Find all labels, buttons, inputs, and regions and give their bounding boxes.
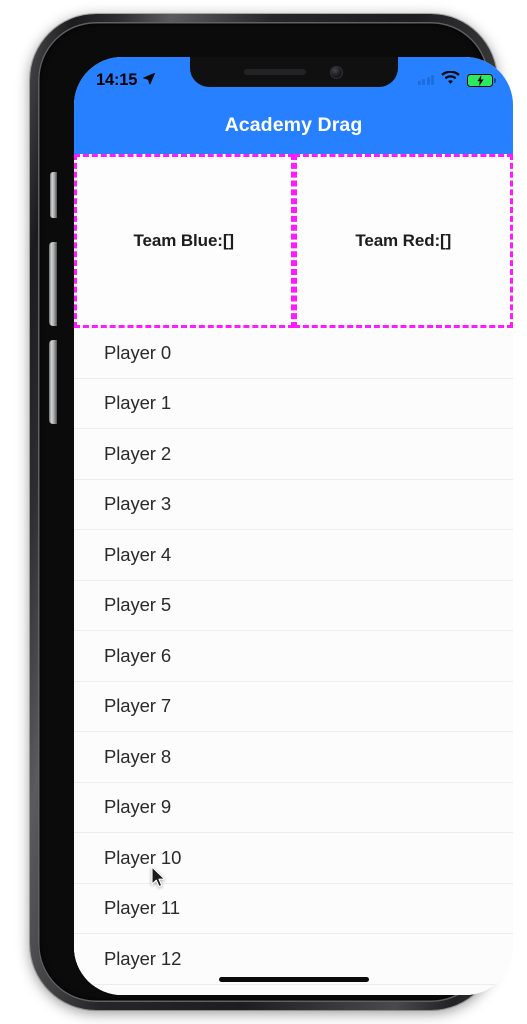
status-bar-left: 14:15 xyxy=(96,71,156,90)
player-row[interactable]: Player 9 xyxy=(74,782,513,833)
volume-up-button[interactable] xyxy=(49,242,57,326)
phone-frame: 14:15 Academy Drag Team Blue:[] Team Red… xyxy=(30,14,513,1010)
home-indicator[interactable] xyxy=(218,976,369,982)
player-row-label: Player 8 xyxy=(104,745,172,767)
speaker-grille-icon xyxy=(244,69,306,75)
signal-bars-icon xyxy=(417,75,434,85)
player-row-label: Player 1 xyxy=(104,392,172,414)
status-bar-right xyxy=(417,70,496,90)
player-row-label: Player 6 xyxy=(104,644,172,666)
drop-zone-container: Team Blue:[] Team Red:[] xyxy=(74,154,513,328)
player-list[interactable]: Player 0 Player 1 Player 2 Player 3 Player 4… xyxy=(74,328,513,995)
player-row[interactable]: Player 6 xyxy=(74,631,513,682)
silence-switch-button[interactable] xyxy=(50,172,57,218)
nav-bar: Academy Drag xyxy=(74,97,513,154)
wifi-icon xyxy=(441,70,460,90)
player-row[interactable]: Player 2 xyxy=(74,429,513,480)
player-row-label: Player 5 xyxy=(104,594,172,616)
player-row-label: Player 0 xyxy=(104,341,172,363)
player-row-label: Player 9 xyxy=(104,796,172,818)
player-row[interactable]: Player 4 xyxy=(74,530,513,581)
player-row[interactable]: Player 0 xyxy=(74,328,513,379)
battery-charging-icon xyxy=(467,73,496,87)
player-row-label: Player 11 xyxy=(104,897,180,919)
phone-screen: 14:15 Academy Drag Team Blue:[] Team Red… xyxy=(74,57,513,995)
player-row-label: Player 3 xyxy=(104,493,172,515)
notch xyxy=(189,57,398,87)
player-row-label: Player 7 xyxy=(104,695,172,717)
location-arrow-icon xyxy=(142,71,156,90)
player-row[interactable]: Player 8 xyxy=(74,732,513,783)
player-row-label: Player 4 xyxy=(104,543,172,565)
volume-down-button[interactable] xyxy=(49,340,57,424)
player-row[interactable]: Player 1 xyxy=(74,378,513,429)
player-row[interactable]: Player 7 xyxy=(74,681,513,732)
player-row[interactable]: Player 11 xyxy=(74,883,513,934)
player-row-label: Player 12 xyxy=(104,947,182,969)
player-row-label: Player 10 xyxy=(104,846,182,868)
player-row[interactable]: Player 5 xyxy=(74,580,513,631)
team-red-drop-zone[interactable]: Team Red:[] xyxy=(293,154,513,328)
team-red-label: Team Red:[] xyxy=(355,231,452,250)
page-title: Academy Drag xyxy=(224,114,363,136)
player-row[interactable]: Player 10 xyxy=(74,833,513,884)
player-row[interactable]: Player 3 xyxy=(74,479,513,530)
front-camera-icon xyxy=(330,65,343,79)
team-blue-label: Team Blue:[] xyxy=(133,231,235,250)
team-blue-drop-zone[interactable]: Team Blue:[] xyxy=(74,154,294,328)
player-row-label: Player 2 xyxy=(104,442,172,464)
status-bar-clock: 14:15 xyxy=(96,70,138,89)
